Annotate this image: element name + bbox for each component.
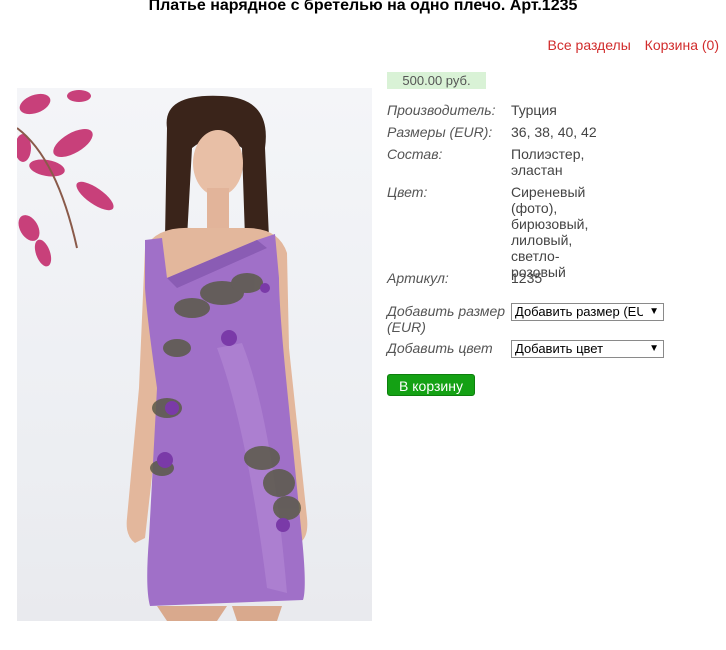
dropdown-arrow-icon: ▼ <box>649 343 659 354</box>
add-color-label: Добавить цвет <box>387 340 493 356</box>
add-size-label: Добавить размер (EUR) <box>387 303 506 335</box>
spec-value: Полиэстер, эластан <box>511 146 585 178</box>
add-size-row: Добавить размер (EUR) <box>387 303 507 335</box>
spec-value: 1235 <box>511 270 543 286</box>
size-select-value: Добавить размер (EU <box>515 304 643 319</box>
spec-value: 36, 38, 40, 42 <box>511 124 597 140</box>
dropdown-arrow-icon: ▼ <box>649 306 659 317</box>
all-sections-link[interactable]: Все разделы <box>548 37 631 53</box>
size-select[interactable]: Добавить размер (EU ▼ <box>511 303 664 321</box>
orchid-decoration <box>17 90 114 267</box>
price-badge: 500.00 руб. <box>387 72 486 89</box>
color-select[interactable]: Добавить цвет ▼ <box>511 340 664 358</box>
spec-value: Турция <box>511 102 557 118</box>
spec-label: Состав: <box>387 146 443 162</box>
cart-link[interactable]: Корзина (0) <box>645 37 719 53</box>
spec-label: Артикул: <box>387 270 449 286</box>
spec-value: Сиреневый (фото), бирюзовый, лиловый, св… <box>511 184 589 280</box>
add-to-cart-button[interactable]: В корзину <box>387 374 475 396</box>
product-photo[interactable] <box>17 88 372 621</box>
spec-label: Производитель: <box>387 102 496 118</box>
add-color-row: Добавить цвет <box>387 340 507 356</box>
spec-label: Размеры (EUR): <box>387 124 493 140</box>
top-nav: Все разделы Корзина (0) <box>538 37 719 53</box>
spec-label: Цвет: <box>387 184 428 200</box>
page-title: Платье нарядное с бретелью на одно плечо… <box>148 0 578 14</box>
color-select-value: Добавить цвет <box>515 341 604 356</box>
